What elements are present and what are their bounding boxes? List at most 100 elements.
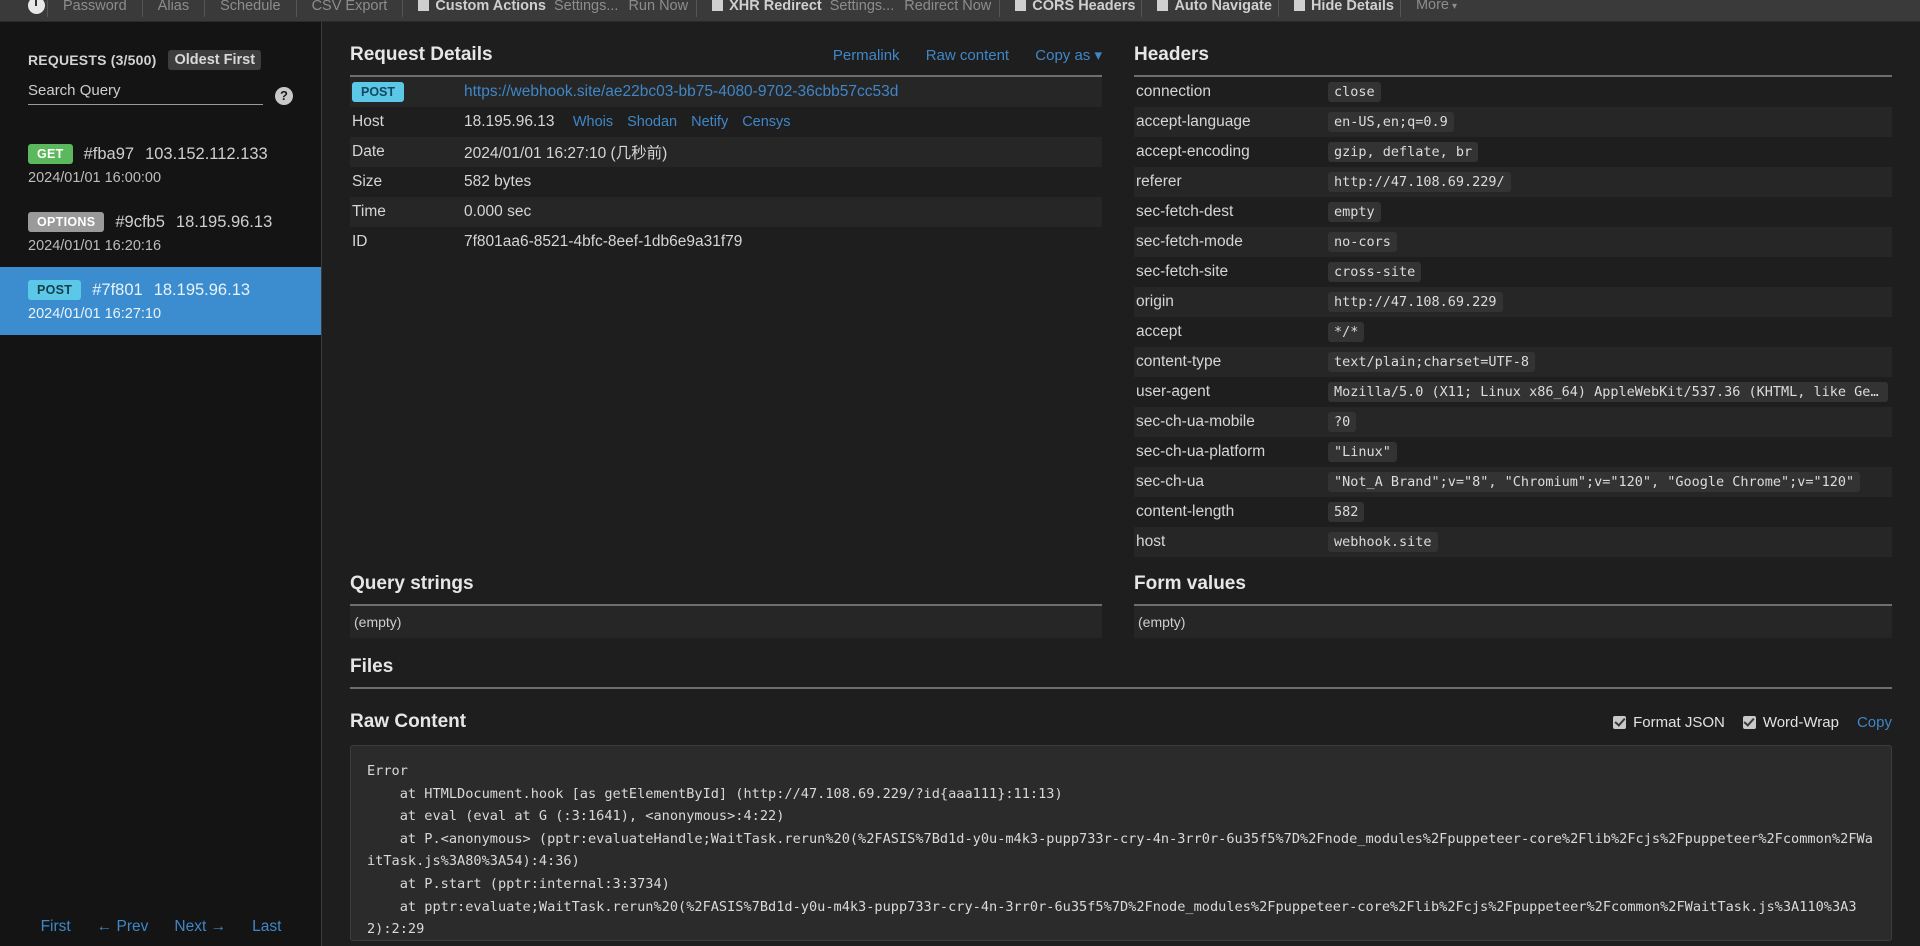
copy-raw-content-link[interactable]: Copy: [1857, 714, 1892, 731]
header-value: gzip, deflate, br: [1328, 142, 1478, 162]
pagination-prev[interactable]: ← Prev: [97, 918, 149, 936]
sort-order-button[interactable]: Oldest First: [168, 50, 261, 70]
header-value: ?0: [1328, 412, 1356, 432]
toolbar-xhr-redirect-now[interactable]: Redirect Now: [900, 0, 997, 17]
detail-row-time: Time 0.000 sec: [350, 197, 1102, 227]
header-key: accept-language: [1136, 113, 1328, 131]
header-row: sec-ch-ua-platform"Linux": [1134, 437, 1892, 467]
toolbar-hide-details-label: Hide Details: [1311, 0, 1394, 14]
checkbox-icon[interactable]: [1294, 0, 1305, 11]
toolbar-custom-actions-run-now[interactable]: Run Now: [624, 0, 694, 17]
header-value: */*: [1328, 322, 1364, 342]
toolbar-xhr-redirect-toggle[interactable]: XHR Redirect: [699, 0, 826, 17]
method-badge: POST: [352, 82, 404, 102]
permalink-link[interactable]: Permalink: [833, 47, 900, 64]
toolbar-item-schedule[interactable]: Schedule: [207, 0, 293, 17]
header-key: content-length: [1136, 503, 1328, 521]
raw-content-link[interactable]: Raw content: [926, 47, 1009, 64]
checkbox-icon[interactable]: [1613, 716, 1626, 729]
toolbar-divider: [402, 0, 403, 17]
header-key: sec-ch-ua: [1136, 473, 1328, 491]
toolbar-auto-navigate-toggle[interactable]: Auto Navigate: [1144, 0, 1276, 17]
pagination-last[interactable]: Last: [252, 918, 281, 936]
header-row: sec-fetch-modeno-cors: [1134, 227, 1892, 257]
toolbar-item-password[interactable]: Password: [50, 0, 140, 17]
checkbox-icon[interactable]: [1015, 0, 1026, 11]
search-input[interactable]: [28, 82, 263, 105]
header-value: http://47.108.69.229/: [1328, 172, 1511, 192]
shodan-link[interactable]: Shodan: [627, 114, 677, 130]
toolbar-custom-actions-settings[interactable]: Settings...: [550, 0, 624, 17]
checkbox-icon[interactable]: [418, 0, 429, 11]
censys-link[interactable]: Censys: [742, 114, 790, 130]
raw-content-controls: Format JSON Word-Wrap Copy: [1613, 714, 1892, 731]
toolbar-more-menu[interactable]: More▾: [1403, 0, 1470, 18]
toolbar-divider: [999, 0, 1000, 17]
netify-link[interactable]: Netify: [691, 114, 728, 130]
sidebar-header: REQUESTS (3/500) Oldest First: [0, 22, 321, 70]
raw-content-body[interactable]: Error at HTMLDocument.hook [as getElemen…: [350, 745, 1892, 941]
word-wrap-label: Word-Wrap: [1763, 714, 1839, 731]
header-value: no-cors: [1328, 232, 1397, 252]
raw-content-panel: Raw Content Format JSON Word-Wrap Copy E…: [350, 689, 1892, 941]
header-key: user-agent: [1136, 383, 1328, 401]
clock-icon[interactable]: [28, 0, 45, 14]
header-value: "Linux": [1328, 442, 1397, 462]
request-timestamp: 2024/01/01 16:00:00: [28, 170, 321, 186]
form-values-empty: (empty): [1134, 606, 1892, 638]
header-row: hostwebhook.site: [1134, 527, 1892, 557]
detail-key: Date: [352, 143, 464, 161]
header-key: content-type: [1136, 353, 1328, 371]
request-id: #7f801: [92, 281, 142, 300]
help-icon[interactable]: ?: [275, 87, 293, 105]
request-timestamp: 2024/01/01 16:27:10: [28, 306, 321, 322]
list-item[interactable]: OPTIONS #9cfb5 18.195.96.13 2024/01/01 1…: [0, 199, 321, 267]
request-id: #fba97: [84, 145, 134, 164]
header-value: "Not_A Brand";v="8", "Chromium";v="120",…: [1328, 472, 1860, 492]
word-wrap-checkbox[interactable]: Word-Wrap: [1743, 714, 1839, 731]
detail-value: 18.195.96.13 WhoisShodanNetifyCensys: [464, 113, 791, 131]
raw-content-title: Raw Content: [350, 711, 466, 733]
header-key: origin: [1136, 293, 1328, 311]
header-row: sec-ch-ua"Not_A Brand";v="8", "Chromium"…: [1134, 467, 1892, 497]
detail-key: Size: [352, 173, 464, 191]
checkbox-icon[interactable]: [1743, 716, 1756, 729]
header-value: webhook.site: [1328, 532, 1438, 552]
toolbar-custom-actions-toggle[interactable]: Custom Actions: [405, 0, 550, 17]
toolbar-item-alias[interactable]: Alias: [145, 0, 202, 17]
toolbar-item-csv-export[interactable]: CSV Export: [299, 0, 401, 17]
page-title: Request Details: [350, 44, 493, 66]
request-timestamp: 2024/01/01 16:20:16: [28, 238, 321, 254]
header-row: sec-fetch-destempty: [1134, 197, 1892, 227]
list-item-selected[interactable]: POST #7f801 18.195.96.13 2024/01/01 16:2…: [0, 267, 321, 335]
request-details-header: Request Details Permalink Raw content Co…: [350, 22, 1102, 66]
list-item-header: POST #7f801 18.195.96.13: [28, 280, 321, 300]
copy-as-dropdown[interactable]: Copy as ▾: [1035, 47, 1102, 64]
request-url-link[interactable]: https://webhook.site/ae22bc03-bb75-4080-…: [464, 83, 898, 101]
toolbar-xhr-redirect-settings[interactable]: Settings...: [826, 0, 900, 17]
header-key: sec-ch-ua-mobile: [1136, 413, 1328, 431]
toolbar-divider: [47, 0, 48, 17]
pagination-next[interactable]: Next →: [174, 918, 226, 936]
checkbox-icon[interactable]: [1157, 0, 1168, 11]
mid-columns: Query strings (empty) Form values (empty…: [350, 573, 1892, 638]
format-json-checkbox[interactable]: Format JSON: [1613, 714, 1725, 731]
checkbox-icon[interactable]: [712, 0, 723, 11]
files-title: Files: [350, 656, 1892, 678]
header-row: accept-encodinggzip, deflate, br: [1134, 137, 1892, 167]
header-key: accept-encoding: [1136, 143, 1328, 161]
method-badge: OPTIONS: [28, 212, 104, 232]
header-value: cross-site: [1328, 262, 1421, 282]
header-row: refererhttp://47.108.69.229/: [1134, 167, 1892, 197]
toolbar-more-label: More: [1416, 0, 1449, 13]
toolbar-cors-headers-toggle[interactable]: CORS Headers: [1002, 0, 1139, 17]
header-value: 582: [1328, 502, 1364, 522]
toolbar-hide-details-toggle[interactable]: Hide Details: [1281, 0, 1398, 17]
whois-link[interactable]: Whois: [573, 114, 613, 130]
list-item[interactable]: GET #fba97 103.152.112.133 2024/01/01 16…: [0, 131, 321, 199]
pagination-first[interactable]: First: [41, 918, 71, 936]
toolbar-cors-headers-label: CORS Headers: [1032, 0, 1135, 14]
detail-key: ID: [352, 233, 464, 251]
detail-row-url: POST https://webhook.site/ae22bc03-bb75-…: [350, 77, 1102, 107]
pagination: First ← Prev Next → Last: [0, 918, 322, 936]
